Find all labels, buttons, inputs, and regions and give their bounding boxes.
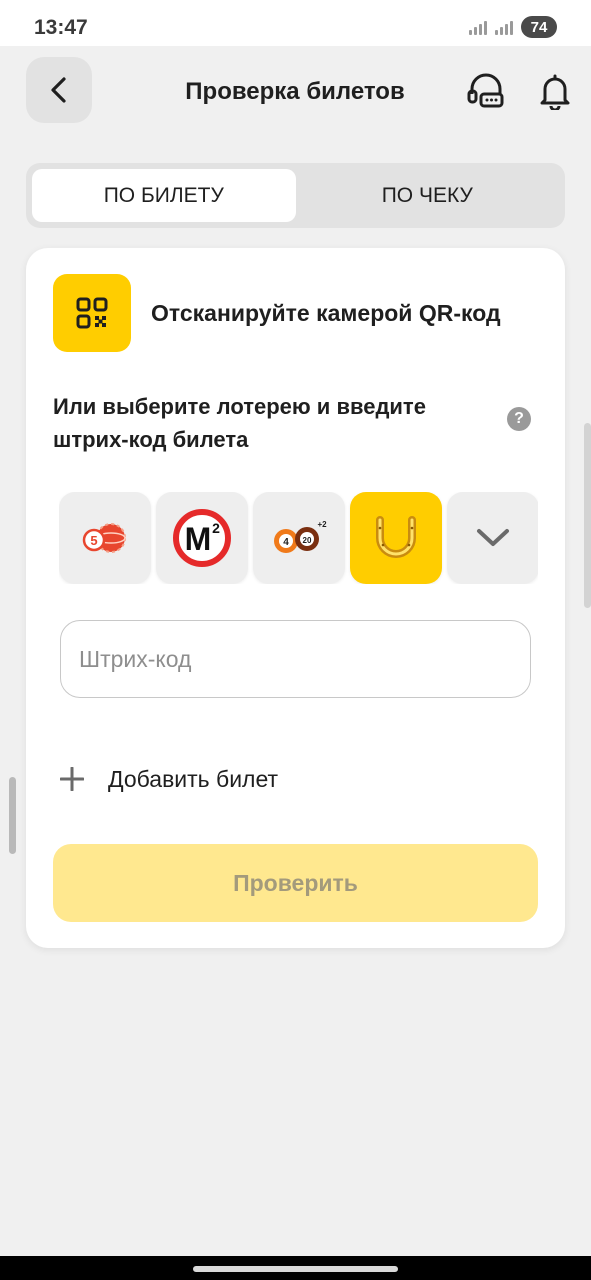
- scan-qr-label[interactable]: Отсканируйте камерой QR-код: [151, 300, 501, 327]
- 4-20-balls-icon: 4 20 +2: [274, 520, 327, 553]
- chevron-down-icon: [477, 529, 509, 546]
- svg-text:5: 5: [90, 533, 97, 548]
- svg-text:2: 2: [212, 520, 220, 536]
- bell-icon: [540, 74, 570, 110]
- notifications-button[interactable]: [533, 68, 577, 116]
- home-gesture-handle[interactable]: [193, 1266, 398, 1272]
- svg-text:+2: +2: [317, 520, 327, 529]
- lottery-option-horseshoe[interactable]: [350, 492, 442, 584]
- support-button[interactable]: [462, 68, 510, 116]
- check-button[interactable]: Проверить: [53, 844, 538, 922]
- svg-text:20: 20: [303, 536, 312, 545]
- question-icon[interactable]: ?: [507, 407, 531, 431]
- page-title: Проверка билетов: [185, 78, 405, 105]
- signal-icon: [495, 19, 513, 35]
- svg-text:4: 4: [283, 537, 289, 548]
- status-indicators: 74: [469, 16, 557, 38]
- add-ticket-button[interactable]: Добавить билет: [60, 758, 278, 800]
- signal-icon: [469, 19, 487, 35]
- lottery-more-button[interactable]: [447, 492, 538, 584]
- svg-text:M: M: [185, 521, 212, 557]
- ticket-check-card: Отсканируйте камерой QR-код Или выберите…: [26, 248, 565, 948]
- lottery-option-bingo[interactable]: 5: [59, 492, 151, 584]
- horseshoe-icon: [376, 516, 416, 558]
- scan-qr-button[interactable]: [53, 274, 131, 352]
- tab-by-ticket[interactable]: ПО БИЛЕТУ: [32, 169, 296, 222]
- lottery-option-4-20[interactable]: 4 20 +2: [253, 492, 345, 584]
- scroll-indicator: [9, 777, 16, 854]
- scrollbar[interactable]: [584, 423, 591, 608]
- back-button[interactable]: [26, 57, 92, 123]
- tab-by-receipt[interactable]: ПО ЧЕКУ: [296, 169, 560, 222]
- battery-badge: 74: [521, 16, 557, 38]
- check-mode-tabs: ПО БИЛЕТУ ПО ЧЕКУ: [26, 163, 565, 228]
- status-bar: 13:47 74: [0, 0, 591, 46]
- instruction-text: Или выберите лотерею и введите штрих-код…: [53, 394, 426, 452]
- status-time: 13:47: [34, 16, 88, 39]
- m2-logo-icon: M 2: [173, 509, 231, 567]
- headset-chat-icon: [467, 73, 504, 108]
- qr-code-icon: [76, 297, 108, 329]
- barcode-input[interactable]: [60, 620, 531, 698]
- add-ticket-label: Добавить билет: [108, 765, 279, 792]
- plus-icon: [60, 767, 84, 791]
- bingo-balls-icon: 5: [82, 523, 126, 553]
- chevron-left-icon: [51, 77, 66, 103]
- lottery-selector: 5 M 2 4 20 +2: [59, 492, 538, 584]
- lottery-option-m2[interactable]: M 2: [156, 492, 248, 584]
